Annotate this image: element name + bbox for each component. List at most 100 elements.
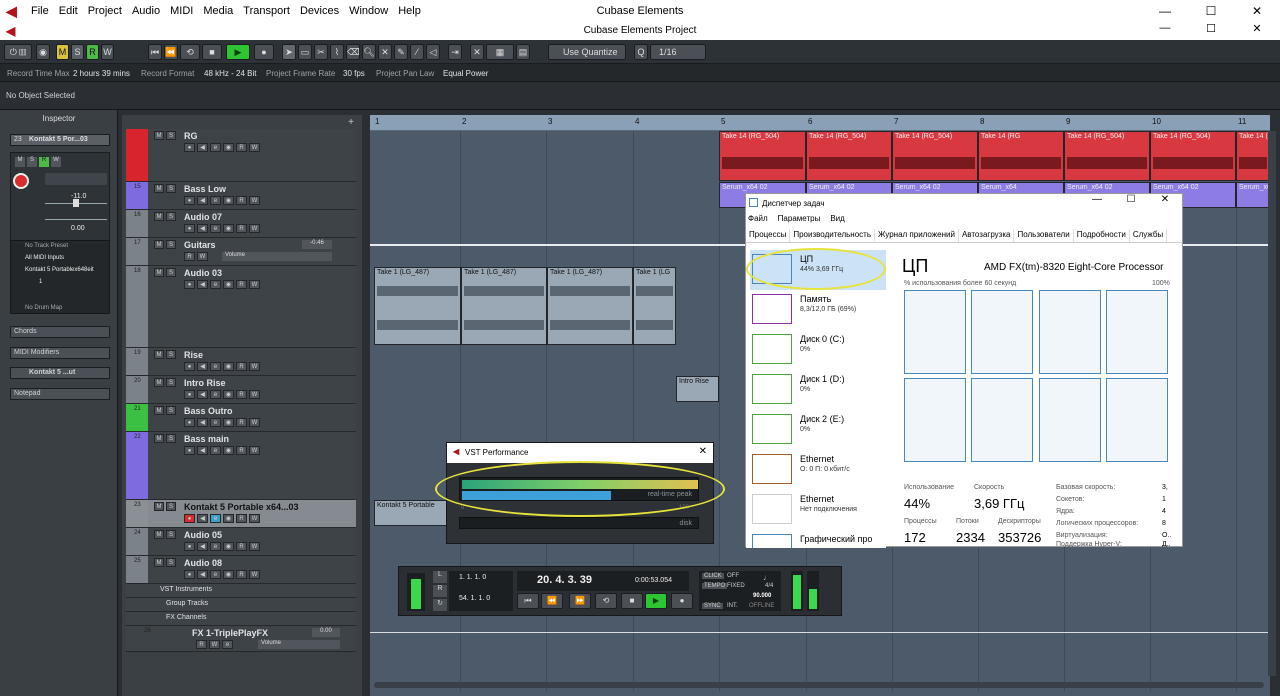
solo-button[interactable]: S (166, 502, 176, 511)
menu-midi[interactable]: MIDI (165, 0, 198, 22)
grid-type-icon[interactable]: ▦ (486, 44, 514, 60)
tab-processes[interactable]: Процессы (746, 229, 791, 242)
menu-window[interactable]: Window (344, 0, 393, 22)
menu-project[interactable]: Project (83, 0, 127, 22)
drum-map-select[interactable]: No Drum Map (25, 305, 62, 311)
folder-vst-instruments[interactable]: VST Instruments (126, 584, 356, 598)
read-button[interactable]: R (196, 640, 207, 649)
monitor-button[interactable]: ◀ (197, 418, 208, 427)
mute-button[interactable]: M (154, 406, 164, 415)
automation-parameter-select[interactable]: Volume (222, 252, 332, 261)
monitor-button[interactable]: ◀ (197, 362, 208, 371)
freeze-button[interactable]: ◉ (223, 570, 234, 579)
glue-tool-icon[interactable]: ⌇ (330, 44, 344, 60)
go-to-start-icon[interactable]: ⏮ (148, 44, 162, 60)
edit-button[interactable]: e (210, 570, 221, 579)
sidebar-item-ethernet[interactable]: Ethernet О: 0 П: 0 кбит/с (750, 450, 886, 490)
write-button[interactable]: W (209, 640, 220, 649)
mute-button[interactable]: M (154, 434, 164, 443)
freeze-button[interactable]: ◉ (223, 362, 234, 371)
tab-users[interactable]: Пользователи (1014, 229, 1074, 242)
play-tool-icon[interactable]: ◁ (426, 44, 440, 60)
mute-button[interactable]: M (154, 558, 164, 567)
play-icon[interactable]: ▶ (645, 593, 667, 609)
record-button[interactable]: ● (184, 446, 195, 455)
monitor-button[interactable]: ◀ (197, 280, 208, 289)
close-icon[interactable]: ✕ (1234, 22, 1280, 40)
menu-transport[interactable]: Transport (238, 0, 295, 22)
mute-button[interactable]: M (154, 378, 164, 387)
track-row[interactable]: 16 MS Audio 07 ● ◀ e ◉ R W (126, 210, 356, 238)
quantize-toggle-icon[interactable]: Q (634, 44, 648, 60)
track-volume-value[interactable]: -0.46 (302, 240, 332, 249)
stop-icon[interactable]: ■ (621, 593, 643, 609)
edit-button[interactable]: e (210, 446, 221, 455)
read-button[interactable]: R (236, 390, 247, 399)
record-icon[interactable]: ● (671, 593, 693, 609)
folder-group-tracks[interactable]: Group Tracks (126, 598, 356, 612)
time-display[interactable]: 0:00:53.054 (635, 577, 672, 584)
audio-event[interactable]: Take 14 (RG_504) (892, 131, 978, 181)
track-volume-value[interactable]: 0.00 (312, 628, 340, 637)
record-button[interactable]: ● (184, 514, 195, 523)
record-button[interactable]: ● (184, 362, 195, 371)
read-button[interactable]: R (236, 542, 247, 551)
chords-section[interactable]: Chords (10, 326, 110, 338)
solo-button[interactable]: S (166, 558, 176, 567)
audio-event[interactable]: Take 1 (LG_487) (374, 267, 461, 345)
menu-media[interactable]: Media (198, 0, 238, 22)
snap-type-icon[interactable]: ▤ (516, 44, 530, 60)
freeze-button[interactable]: ◉ (223, 418, 234, 427)
mute-tool-icon[interactable]: ✕ (378, 44, 392, 60)
sidebar-item-cpu[interactable]: ЦП 44% 3,69 ГГц (750, 250, 886, 290)
mute-button[interactable]: M (154, 350, 164, 359)
sidebar-item-ethernet2[interactable]: Ethernet Нет подключения (750, 490, 886, 530)
click-label[interactable]: CLICK (702, 573, 724, 579)
write-button[interactable]: W (249, 196, 260, 205)
solo-button[interactable]: S (166, 212, 176, 221)
solo-all-button[interactable]: S (71, 44, 84, 60)
record-button[interactable]: ● (184, 542, 195, 551)
write-button[interactable]: W (249, 514, 260, 523)
audio-event[interactable]: Take 14 (RG_504) (1236, 131, 1270, 181)
freeze-button[interactable]: ◉ (223, 280, 234, 289)
edit-button[interactable]: e (210, 224, 221, 233)
mute-all-button[interactable]: M (56, 44, 69, 60)
solo-button[interactable]: S (166, 350, 176, 359)
mute-button[interactable]: M (154, 184, 164, 193)
edit-button[interactable]: e (210, 390, 221, 399)
solo-button[interactable]: S (166, 530, 176, 539)
mute-button[interactable]: M (154, 502, 164, 511)
track-row[interactable]: 22 MS Bass main ● ◀ e ◉ R W (126, 432, 356, 500)
sidebar-item-disk1[interactable]: Диск 1 (D:) 0% (750, 370, 886, 410)
inspector-track-header[interactable]: 23 Kontakt 5 Por...03 (10, 134, 110, 146)
midi-event[interactable]: Serum_x64 02 (1236, 182, 1270, 208)
audio-event[interactable]: Take 14 (RG_504) (806, 131, 892, 181)
freeze-button[interactable]: ◉ (223, 446, 234, 455)
go-to-start-icon[interactable]: ⏮ (517, 593, 539, 609)
quantize-value-select[interactable]: 1/16 (650, 44, 706, 60)
midi-channel-select[interactable]: 1 (39, 279, 42, 285)
time-signature[interactable]: 4/4 (765, 583, 773, 589)
track-row[interactable]: MS RG ● ◀ e ◉ R W (126, 129, 356, 182)
maximize-icon[interactable]: ☐ (1188, 0, 1234, 22)
menu-file[interactable]: Файл (748, 214, 768, 223)
vertical-scrollbar[interactable] (1268, 131, 1276, 676)
ruler[interactable]: 1 2 3 4 5 6 7 8 9 10 11 (370, 115, 1270, 131)
monitor-button[interactable]: ◀ (197, 446, 208, 455)
mute-button[interactable]: M (154, 268, 164, 277)
minimize-icon[interactable]: — (1080, 194, 1114, 205)
record-button[interactable]: ● (184, 418, 195, 427)
tab-details[interactable]: Подробности (1074, 229, 1130, 242)
audio-event[interactable]: Take 1 (LG_487) (547, 267, 633, 345)
zoom-tool-icon[interactable]: 🔍︎ (362, 44, 376, 60)
edit-button[interactable]: e (210, 362, 221, 371)
track-row-selected[interactable]: 23 MS Kontakt 5 Portable x64...03 ● ◀ e ◉ R W (126, 500, 356, 528)
freeze-button[interactable]: ◉ (223, 143, 234, 152)
automation-parameter-select[interactable]: Volume (258, 640, 340, 649)
record-button[interactable]: ● (184, 196, 195, 205)
audio-event[interactable]: Take 1 (LG_487) (461, 267, 547, 345)
read-all-button[interactable]: R (86, 44, 99, 60)
rewind-icon[interactable]: ⏪ (541, 593, 563, 609)
inspector-mute-button[interactable]: M (15, 157, 25, 167)
